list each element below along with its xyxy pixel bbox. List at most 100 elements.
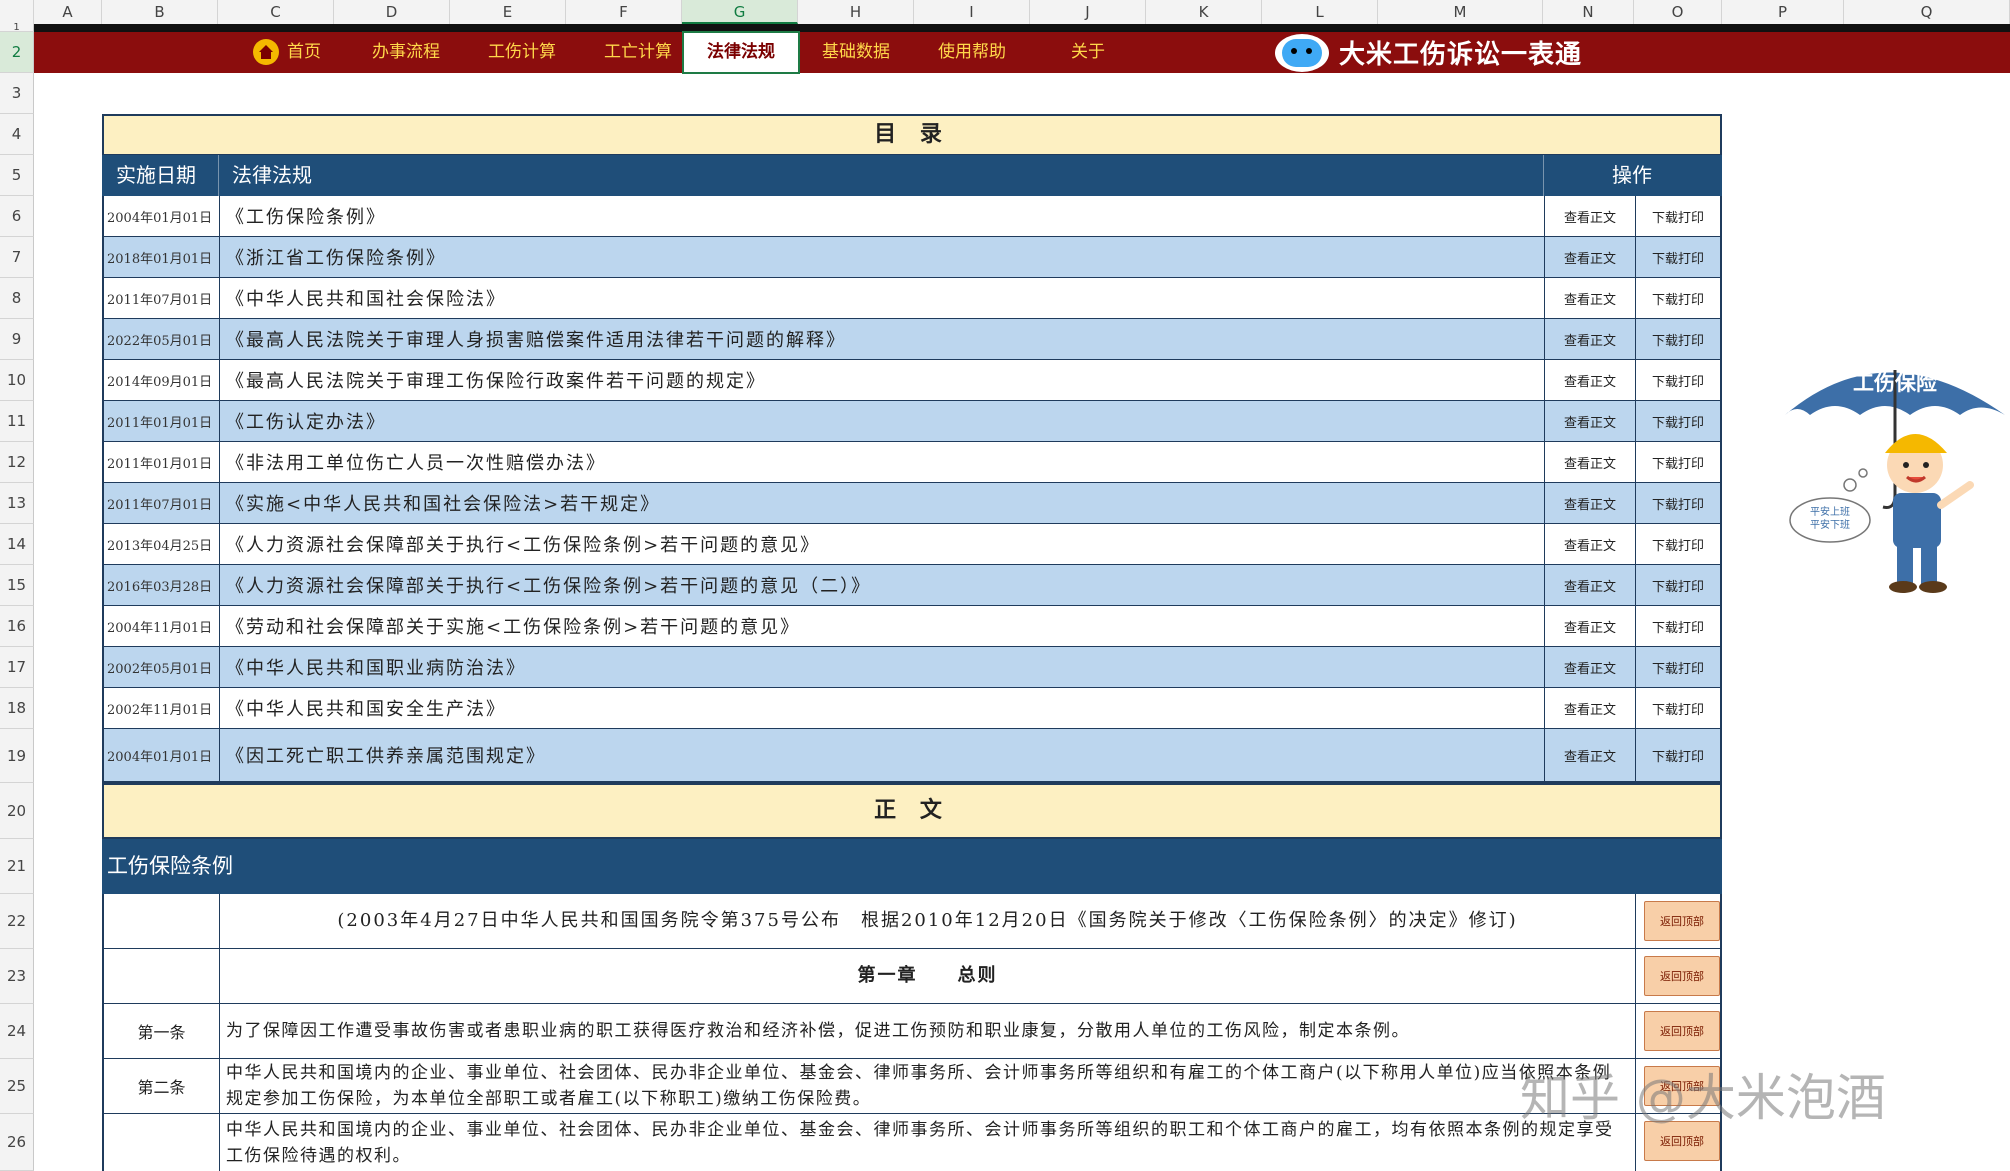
column-header[interactable]: A [34,0,102,24]
column-header[interactable]: L [1262,0,1378,24]
view-text-button[interactable]: 查看正文 [1545,196,1636,236]
column-header[interactable]: J [1030,0,1146,24]
download-print-button[interactable]: 下载打印 [1636,360,1720,400]
view-text-button[interactable]: 查看正文 [1545,401,1636,441]
row-header[interactable]: 18 [0,688,34,729]
row-header[interactable]: 1 [0,23,34,33]
download-print-button[interactable]: 下载打印 [1636,688,1720,728]
catalog-header: 实施日期 法律法规 操作 [102,155,1722,196]
nav-home[interactable]: 首页 [232,32,342,73]
row-header[interactable]: 20 [0,783,34,839]
column-header[interactable]: M [1378,0,1543,24]
table-row: 2014年09月01日 《最高人民法院关于审理工伤保险行政案件若干问题的规定》 … [102,360,1722,401]
view-text-button[interactable]: 查看正文 [1545,647,1636,687]
back-to-top-button[interactable]: 返回顶部 [1644,901,1720,941]
row-header[interactable]: 24 [0,1004,34,1059]
view-text-button[interactable]: 查看正文 [1545,524,1636,564]
row-header[interactable]: 26 [0,1114,34,1171]
select-all-corner[interactable] [0,0,34,24]
download-print-button[interactable]: 下载打印 [1636,442,1720,482]
download-print-button[interactable]: 下载打印 [1636,524,1720,564]
law-title: 《非法用工单位伤亡人员一次性赔偿办法》 [220,442,1545,482]
law-title: 《中华人民共和国安全生产法》 [220,688,1545,728]
row-header[interactable]: 25 [0,1059,34,1114]
row-header[interactable]: 15 [0,565,34,606]
row-header[interactable]: 17 [0,647,34,688]
view-text-button[interactable]: 查看正文 [1545,483,1636,523]
view-text-button[interactable]: 查看正文 [1545,319,1636,359]
law-title: 《人力资源社会保障部关于执行<工伤保险条例>若干问题的意见》 [220,524,1545,564]
nav-about[interactable]: 关于 [1030,32,1146,73]
column-header[interactable]: B [102,0,218,24]
column-header[interactable]: O [1634,0,1722,24]
view-text-button[interactable]: 查看正文 [1545,237,1636,277]
download-print-button[interactable]: 下载打印 [1636,319,1720,359]
section-header: 工伤保险条例 [102,839,1722,894]
row-header[interactable]: 7 [0,237,34,278]
column-header[interactable]: Q [1844,0,2010,24]
nav-process[interactable]: 办事流程 [348,32,464,73]
row-header[interactable]: 10 [0,360,34,401]
brand-title: 大米工伤诉讼一表通 [1339,40,1583,70]
row-header[interactable]: 8 [0,278,34,319]
row-header[interactable]: 3 [0,73,34,114]
law-title: 《人力资源社会保障部关于执行<工伤保险条例>若干问题的意见（二）》 [220,565,1545,605]
mascot-bubble-line: 平安下班 [1810,520,1850,531]
row-header[interactable]: 5 [0,155,34,196]
download-print-button[interactable]: 下载打印 [1636,196,1720,236]
row-header[interactable]: 6 [0,196,34,237]
table-row: 2004年11月01日 《劳动和社会保障部关于实施<工伤保险条例>若干问题的意见… [102,606,1722,647]
law-date: 2011年01月01日 [104,442,220,482]
nav-base-data[interactable]: 基础数据 [798,32,914,73]
row-header[interactable]: 23 [0,949,34,1004]
download-print-button[interactable]: 下载打印 [1636,237,1720,277]
column-header[interactable]: P [1722,0,1844,24]
header-divider [1543,155,1544,196]
download-print-button[interactable]: 下载打印 [1636,278,1720,318]
nav-laws[interactable]: 法律法规 [682,31,800,74]
section-title: 工伤保险条例 [107,854,233,878]
row-header[interactable]: 9 [0,319,34,360]
column-header[interactable]: N [1543,0,1634,24]
download-print-button[interactable]: 下载打印 [1636,565,1720,605]
back-to-top-button[interactable]: 返回顶部 [1644,1011,1720,1051]
table-row: 2004年01月01日 《工伤保险条例》 查看正文 下载打印 [102,196,1722,237]
column-header[interactable]: E [450,0,566,24]
column-header-selected[interactable]: G [682,0,798,24]
column-header[interactable]: C [218,0,334,24]
row-header[interactable]: 22 [0,894,34,949]
row-header[interactable]: 14 [0,524,34,565]
row-header[interactable]: 4 [0,114,34,155]
article-number: 第二条 [104,1059,220,1113]
column-header[interactable]: D [334,0,450,24]
download-print-button[interactable]: 下载打印 [1636,729,1720,781]
back-to-top-button[interactable]: 返回顶部 [1644,956,1720,996]
row-header[interactable]: 11 [0,401,34,442]
column-header[interactable]: F [566,0,682,24]
view-text-button[interactable]: 查看正文 [1545,729,1636,781]
view-text-button[interactable]: 查看正文 [1545,360,1636,400]
column-header[interactable]: H [798,0,914,24]
table-row: 2016年03月28日 《人力资源社会保障部关于执行<工伤保险条例>若干问题的意… [102,565,1722,606]
nav-home-label: 首页 [287,42,321,62]
view-text-button[interactable]: 查看正文 [1545,565,1636,605]
row-header-selected[interactable]: 2 [0,32,34,73]
download-print-button[interactable]: 下载打印 [1636,606,1720,646]
download-print-button[interactable]: 下载打印 [1636,401,1720,441]
nav-help[interactable]: 使用帮助 [914,32,1030,73]
row-header[interactable]: 21 [0,839,34,894]
download-print-button[interactable]: 下载打印 [1636,647,1720,687]
column-header[interactable]: I [914,0,1030,24]
row-header[interactable]: 16 [0,606,34,647]
column-header[interactable]: K [1146,0,1262,24]
nav-injury-calc[interactable]: 工伤计算 [464,32,580,73]
view-text-button[interactable]: 查看正文 [1545,278,1636,318]
view-text-button[interactable]: 查看正文 [1545,606,1636,646]
view-text-button[interactable]: 查看正文 [1545,688,1636,728]
row-header[interactable]: 19 [0,729,34,783]
row-header[interactable]: 13 [0,483,34,524]
download-print-button[interactable]: 下载打印 [1636,483,1720,523]
view-text-button[interactable]: 查看正文 [1545,442,1636,482]
nav-death-calc[interactable]: 工亡计算 [580,32,696,73]
row-header[interactable]: 12 [0,442,34,483]
